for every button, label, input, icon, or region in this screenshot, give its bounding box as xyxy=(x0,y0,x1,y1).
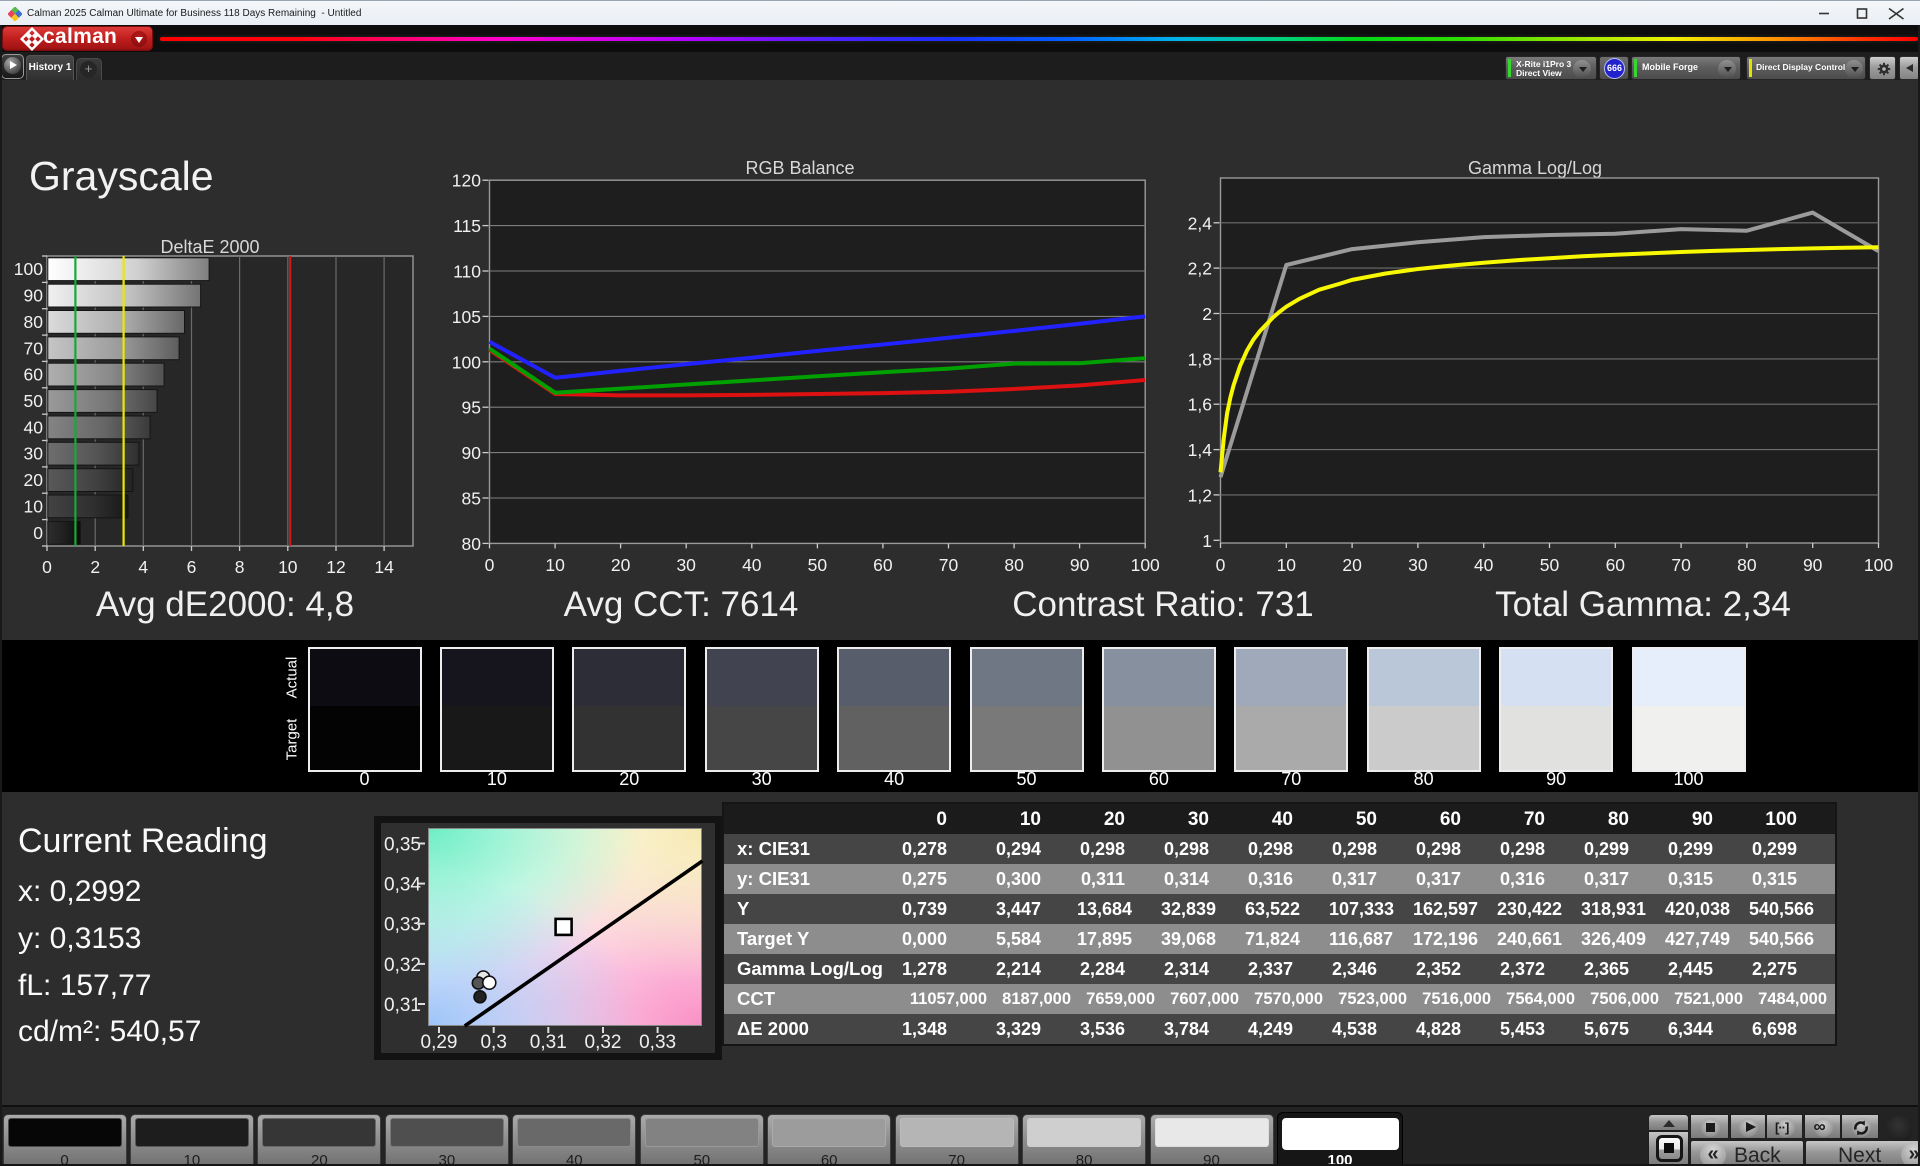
svg-text:90: 90 xyxy=(462,443,482,463)
svg-text:0,3: 0,3 xyxy=(480,1032,506,1053)
svg-text:0,34: 0,34 xyxy=(384,875,421,896)
svg-text:60: 60 xyxy=(24,365,44,385)
svg-text:40: 40 xyxy=(24,417,44,437)
svg-text:1: 1 xyxy=(1202,531,1212,551)
svg-text:90: 90 xyxy=(24,286,44,306)
svg-text:0,35: 0,35 xyxy=(384,835,421,856)
svg-text:90: 90 xyxy=(1803,555,1823,575)
svg-text:80: 80 xyxy=(24,312,44,332)
svg-text:30: 30 xyxy=(1408,555,1428,575)
svg-text:30: 30 xyxy=(24,444,44,464)
svg-text:60: 60 xyxy=(1606,555,1626,575)
svg-text:2: 2 xyxy=(1202,304,1212,324)
svg-text:0: 0 xyxy=(33,523,43,543)
svg-text:120: 120 xyxy=(452,171,481,191)
svg-text:100: 100 xyxy=(1864,555,1893,575)
svg-text:Gamma Log/Log: Gamma Log/Log xyxy=(1468,158,1602,178)
svg-text:40: 40 xyxy=(1474,555,1494,575)
svg-text:10: 10 xyxy=(278,557,298,577)
svg-text:1,6: 1,6 xyxy=(1188,395,1212,415)
svg-text:100: 100 xyxy=(452,352,481,372)
svg-text:40: 40 xyxy=(742,555,762,575)
svg-text:1,8: 1,8 xyxy=(1188,349,1212,369)
svg-text:80: 80 xyxy=(1004,555,1024,575)
svg-text:4: 4 xyxy=(138,557,148,577)
svg-text:10: 10 xyxy=(1277,555,1297,575)
svg-text:70: 70 xyxy=(24,338,44,358)
svg-text:12: 12 xyxy=(326,557,345,577)
svg-text:10: 10 xyxy=(545,555,565,575)
svg-text:80: 80 xyxy=(1737,555,1757,575)
svg-text:20: 20 xyxy=(611,555,631,575)
svg-text:20: 20 xyxy=(1342,555,1362,575)
svg-text:2: 2 xyxy=(90,557,100,577)
svg-text:115: 115 xyxy=(453,216,481,236)
svg-text:1,4: 1,4 xyxy=(1188,440,1213,460)
svg-text:20: 20 xyxy=(24,470,44,490)
svg-text:100: 100 xyxy=(1131,555,1160,575)
svg-text:50: 50 xyxy=(1540,555,1560,575)
svg-text:8: 8 xyxy=(235,557,245,577)
svg-text:0: 0 xyxy=(42,557,52,577)
svg-text:10: 10 xyxy=(24,496,44,516)
svg-text:85: 85 xyxy=(462,489,481,509)
svg-text:70: 70 xyxy=(1671,555,1691,575)
svg-text:0: 0 xyxy=(1216,555,1226,575)
svg-text:2,2: 2,2 xyxy=(1188,259,1212,279)
svg-text:14: 14 xyxy=(374,557,394,577)
svg-text:0,32: 0,32 xyxy=(384,955,421,976)
svg-text:60: 60 xyxy=(873,555,893,575)
svg-text:0,31: 0,31 xyxy=(530,1032,567,1053)
svg-text:DeltaE 2000: DeltaE 2000 xyxy=(160,237,259,257)
svg-text:RGB Balance: RGB Balance xyxy=(745,158,854,178)
svg-text:0,31: 0,31 xyxy=(384,995,421,1016)
svg-text:90: 90 xyxy=(1070,555,1090,575)
svg-text:50: 50 xyxy=(808,555,828,575)
svg-text:80: 80 xyxy=(462,534,482,554)
svg-text:30: 30 xyxy=(676,555,696,575)
svg-text:105: 105 xyxy=(452,307,481,327)
svg-text:95: 95 xyxy=(462,398,481,418)
svg-text:2,4: 2,4 xyxy=(1188,213,1213,233)
svg-text:0,29: 0,29 xyxy=(421,1032,458,1053)
svg-text:110: 110 xyxy=(453,262,481,282)
svg-text:50: 50 xyxy=(24,391,44,411)
svg-text:0: 0 xyxy=(485,555,495,575)
svg-text:0,32: 0,32 xyxy=(585,1032,622,1053)
svg-text:6: 6 xyxy=(187,557,197,577)
svg-text:70: 70 xyxy=(939,555,959,575)
svg-text:100: 100 xyxy=(14,259,43,279)
svg-text:1,2: 1,2 xyxy=(1188,485,1212,505)
svg-text:0,33: 0,33 xyxy=(384,915,421,936)
svg-text:0,33: 0,33 xyxy=(639,1032,676,1053)
